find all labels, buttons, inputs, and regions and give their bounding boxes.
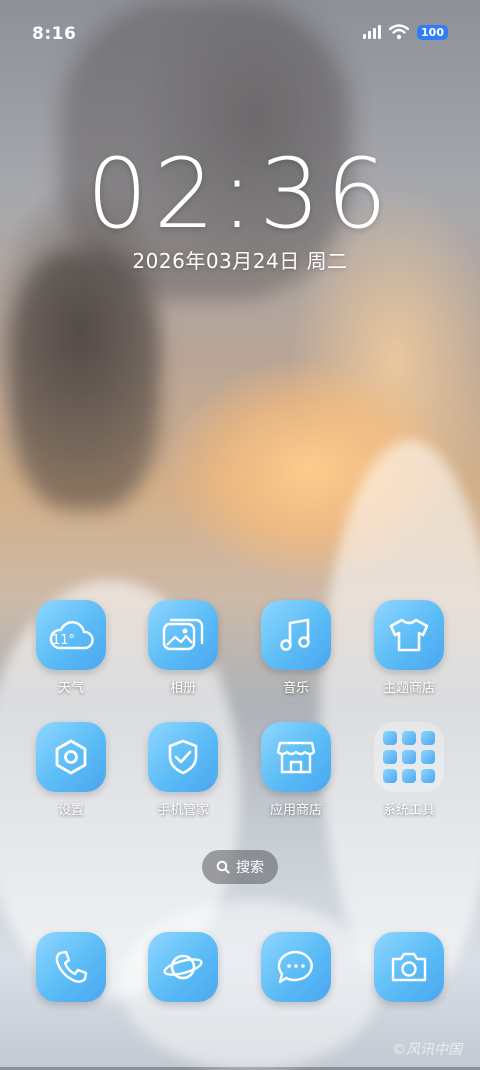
search-icon xyxy=(216,860,230,874)
app-folder-system-tools[interactable]: 系统工具 xyxy=(359,722,459,818)
wifi-icon xyxy=(389,24,410,40)
weather-temperature: 11° xyxy=(52,633,76,648)
app-gallery[interactable]: 相册 xyxy=(133,600,233,696)
settings-hex-icon xyxy=(36,722,106,792)
app-settings[interactable]: 设置 xyxy=(21,722,121,818)
app-app-store[interactable]: 应用商店 xyxy=(246,722,346,818)
app-label: 手机管家 xyxy=(156,803,209,818)
status-time: 8:16 xyxy=(32,24,77,44)
app-music[interactable]: 音乐 xyxy=(246,600,346,696)
cellular-signal-icon xyxy=(363,25,382,39)
tshirt-icon xyxy=(374,600,444,670)
wallpaper-snow xyxy=(320,440,480,1000)
app-label: 设置 xyxy=(57,803,84,818)
store-icon xyxy=(261,722,331,792)
app-label: 应用商店 xyxy=(269,803,322,818)
app-weather[interactable]: 天气 xyxy=(21,600,121,696)
dock-browser[interactable] xyxy=(133,932,233,1002)
app-label: 天气 xyxy=(57,681,84,696)
app-label: 相册 xyxy=(169,681,196,696)
dock-camera[interactable] xyxy=(359,932,459,1002)
clock-widget[interactable]: 02:36 xyxy=(0,146,480,242)
app-phone-manager[interactable]: 手机管家 xyxy=(133,722,233,818)
dock-messages[interactable] xyxy=(246,932,346,1002)
date-text: 2026年03月24日 周二 xyxy=(132,249,348,273)
message-icon xyxy=(261,932,331,1002)
music-note-icon xyxy=(261,600,331,670)
status-icons: 100 xyxy=(363,24,448,40)
phone-icon xyxy=(36,932,106,1002)
watermark: ©风讯中国 xyxy=(392,1042,462,1058)
app-label: 系统工具 xyxy=(382,803,435,818)
gallery-icon xyxy=(148,600,218,670)
app-label: 音乐 xyxy=(282,681,309,696)
shield-check-icon xyxy=(148,722,218,792)
folder-icon xyxy=(374,722,444,792)
dock-phone[interactable] xyxy=(21,932,121,1002)
status-bar: 8:16 100 xyxy=(0,0,480,66)
search-label: 搜索 xyxy=(236,860,264,876)
search-button[interactable]: 搜索 xyxy=(202,850,278,884)
app-theme-store[interactable]: 主题商店 xyxy=(359,600,459,696)
app-label: 主题商店 xyxy=(382,681,435,696)
battery-indicator: 100 xyxy=(417,24,448,40)
browser-planet-icon xyxy=(148,932,218,1002)
camera-icon xyxy=(374,932,444,1002)
